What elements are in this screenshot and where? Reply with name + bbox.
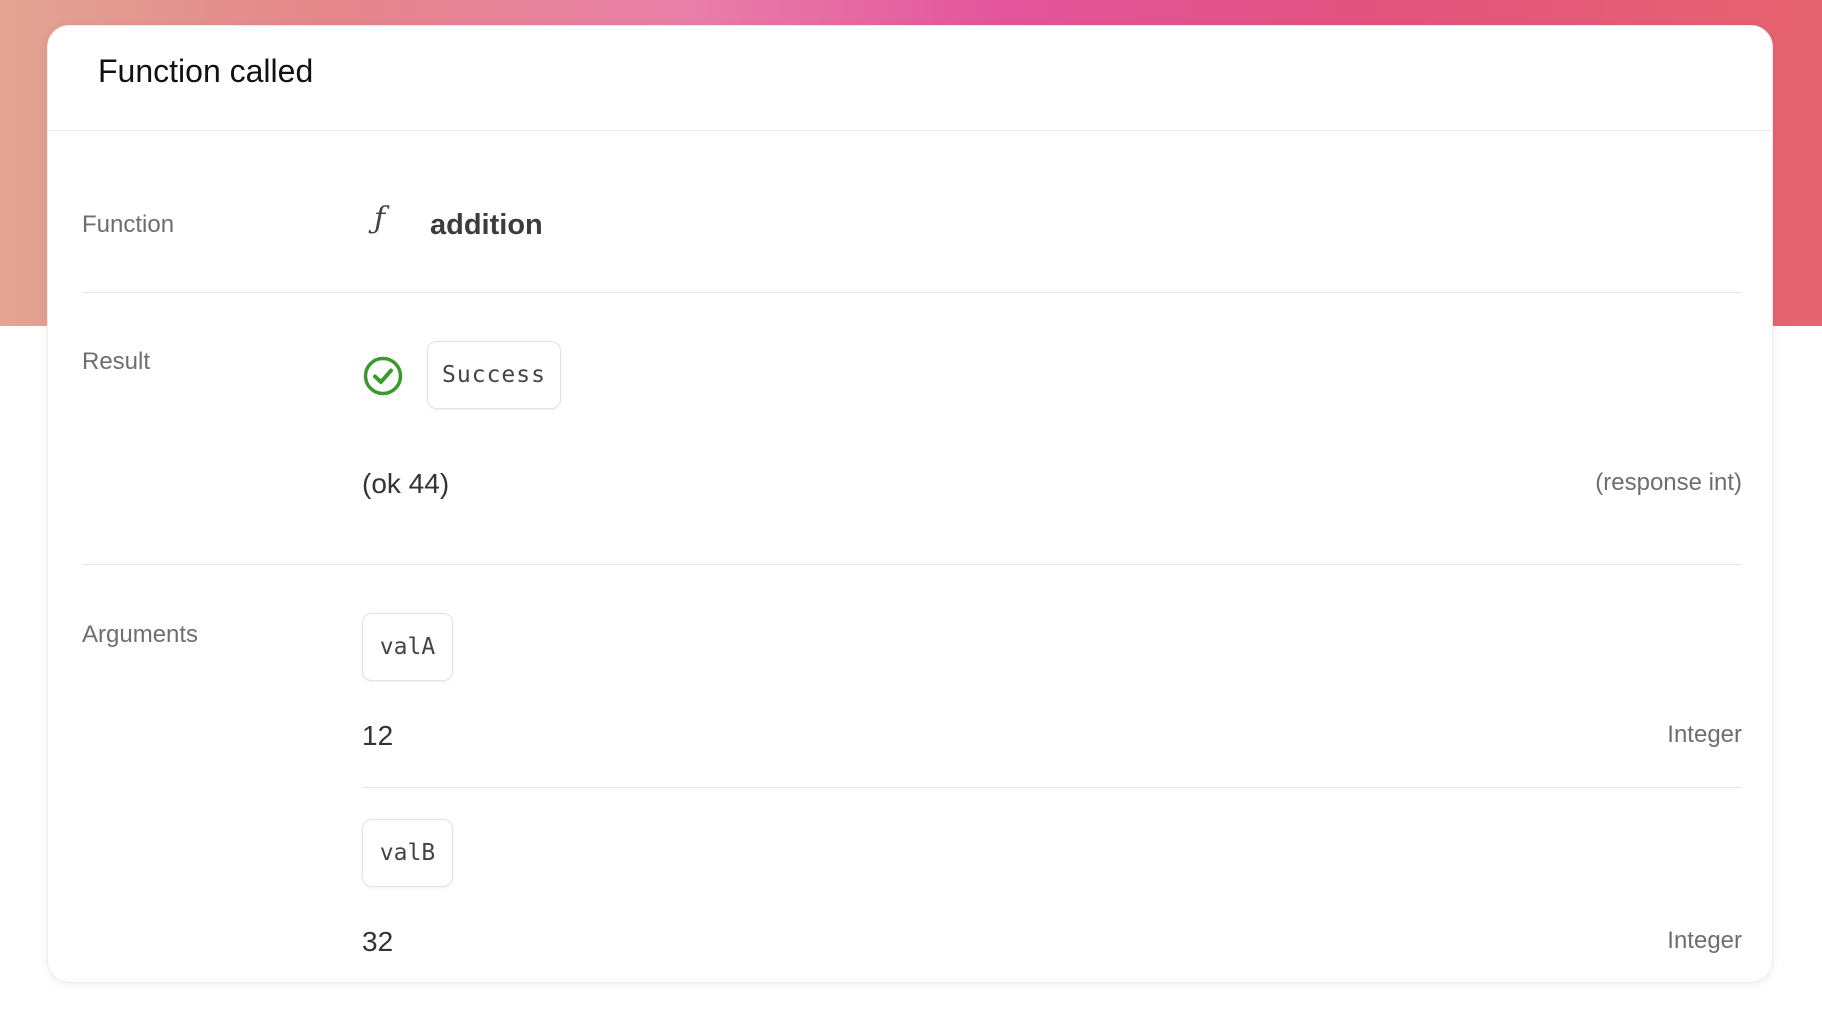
status-badge: Success xyxy=(427,341,561,409)
argument-name: valA xyxy=(379,634,436,660)
card-header: Function called xyxy=(48,26,1772,131)
result-label: Result xyxy=(82,348,151,375)
argument-name-chip: valB xyxy=(362,819,453,887)
result-value: (ok 44) xyxy=(362,468,450,499)
check-circle-icon xyxy=(363,356,403,396)
function-label: Function xyxy=(82,211,175,238)
argument-value: 12 xyxy=(362,720,394,751)
argument-type: Integer xyxy=(1667,721,1742,748)
result-row: Result Success (ok 44) (response int) xyxy=(82,293,1742,565)
function-name: addition xyxy=(430,209,543,241)
argument-name-chip: valA xyxy=(362,613,453,681)
arguments-label: Arguments xyxy=(82,621,199,648)
function-icon: ƒ xyxy=(374,201,386,236)
result-type: (response int) xyxy=(1595,469,1742,496)
argument-value: 32 xyxy=(362,926,394,957)
arguments-row: Arguments valA 12 Integer valB 32 Intege… xyxy=(82,565,1742,984)
argument-name: valB xyxy=(379,840,436,866)
function-row: Function ƒ addition xyxy=(82,131,1742,293)
status-text: Success xyxy=(442,362,546,388)
card-title: Function called xyxy=(98,52,314,89)
argument-type: Integer xyxy=(1667,927,1742,954)
argument-divider xyxy=(362,787,1742,788)
function-call-card: Function called Function ƒ addition Resu… xyxy=(47,25,1773,983)
